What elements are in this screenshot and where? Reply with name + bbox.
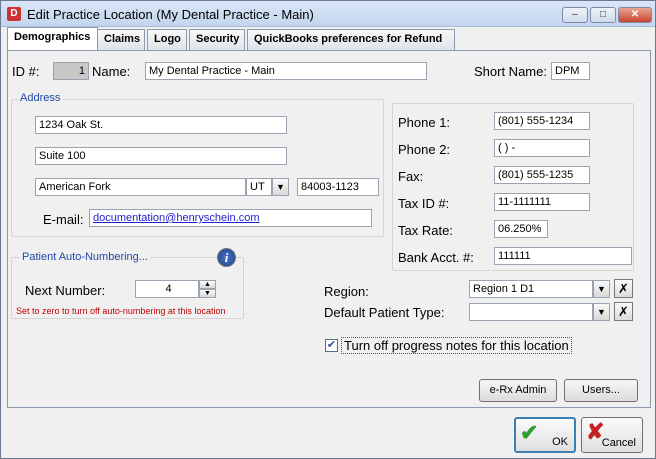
phone2-field[interactable]: ( ) - <box>494 139 590 157</box>
patient-type-label: Default Patient Type: <box>324 305 445 320</box>
next-number-up-button[interactable]: ▲ <box>199 280 216 289</box>
address-line2-field[interactable]: Suite 100 <box>35 147 287 165</box>
auto-numbering-hint: Set to zero to turn off auto-numbering a… <box>16 306 226 316</box>
email-label: E-mail: <box>43 212 84 227</box>
info-icon[interactable]: i <box>217 248 236 267</box>
maximize-button[interactable]: □ <box>590 7 616 23</box>
edit-practice-location-window: D Edit Practice Location (My Dental Prac… <box>0 0 656 459</box>
tab-demographics[interactable]: Demographics <box>7 27 98 50</box>
title-bar: D Edit Practice Location (My Dental Prac… <box>1 1 655 27</box>
short-name-label: Short Name: <box>474 64 547 79</box>
id-label: ID #: <box>12 64 40 79</box>
checkmark-icon: ✔ <box>520 420 539 445</box>
tab-quickbooks[interactable]: QuickBooks preferences for Refund <box>247 29 455 50</box>
tab-claims[interactable]: Claims <box>97 29 145 50</box>
name-field[interactable]: My Dental Practice - Main <box>145 62 427 80</box>
tax-id-label: Tax ID #: <box>398 196 450 211</box>
fax-field[interactable]: (801) 555-1235 <box>494 166 590 184</box>
users-button[interactable]: Users... <box>564 379 638 402</box>
region-label: Region: <box>324 284 369 299</box>
phone1-field[interactable]: (801) 555-1234 <box>494 112 590 130</box>
progress-notes-label[interactable]: Turn off progress notes for this locatio… <box>341 337 572 354</box>
phone1-label: Phone 1: <box>398 115 451 130</box>
auto-numbering-title: Patient Auto-Numbering... <box>20 251 150 263</box>
name-label: Name: <box>92 64 131 79</box>
id-field: 1 <box>53 62 89 80</box>
tax-id-field[interactable]: 11-1111111 <box>494 193 590 211</box>
patient-type-dropdown-button[interactable]: ▼ <box>593 303 610 321</box>
next-number-down-button[interactable]: ▼ <box>199 289 216 298</box>
short-name-field[interactable]: DPM <box>551 62 590 80</box>
address-group-title: Address <box>18 92 63 104</box>
region-clear-icon[interactable]: ✗ <box>614 279 633 298</box>
zip-field[interactable]: 84003-1123 <box>297 178 379 196</box>
tab-security[interactable]: Security <box>189 29 245 50</box>
region-dropdown-button[interactable]: ▼ <box>593 280 610 298</box>
app-icon: D <box>7 7 21 21</box>
cancel-button-label: Cancel <box>601 437 636 449</box>
bank-acct-label: Bank Acct. #: <box>398 250 474 265</box>
ok-button[interactable]: ✔ OK <box>514 417 576 453</box>
minimize-button[interactable]: ‒ <box>562 7 588 23</box>
state-field[interactable]: UT <box>246 178 272 196</box>
email-field[interactable]: documentation@henryschein.com <box>89 209 372 227</box>
tab-logo[interactable]: Logo <box>147 29 187 50</box>
cancel-button[interactable]: ✘ Cancel <box>581 417 643 453</box>
bank-acct-field[interactable]: 111111 <box>494 247 632 265</box>
address-line1-field[interactable]: 1234 Oak St. <box>35 116 287 134</box>
next-number-label: Next Number: <box>25 283 106 298</box>
city-field[interactable]: American Fork <box>35 178 246 196</box>
patient-type-select[interactable] <box>469 303 593 321</box>
next-number-field[interactable]: 4 <box>135 280 199 298</box>
progress-notes-checkbox[interactable]: ✔ <box>325 339 338 352</box>
ok-button-label: OK <box>552 436 568 448</box>
phone2-label: Phone 2: <box>398 142 451 157</box>
state-dropdown-button[interactable]: ▼ <box>272 178 289 196</box>
tax-rate-field[interactable]: 06.250% <box>494 220 548 238</box>
region-select[interactable]: Region 1 D1 <box>469 280 593 298</box>
erx-admin-button[interactable]: e-Rx Admin <box>479 379 557 402</box>
fax-label: Fax: <box>398 169 424 184</box>
close-button[interactable]: ✕ <box>618 7 652 23</box>
patient-type-clear-icon[interactable]: ✗ <box>614 302 633 321</box>
demographics-panel: ID #: 1 Name: My Dental Practice - Main … <box>7 50 651 408</box>
window-title: Edit Practice Location (My Dental Practi… <box>27 7 314 22</box>
tax-rate-label: Tax Rate: <box>398 223 453 238</box>
